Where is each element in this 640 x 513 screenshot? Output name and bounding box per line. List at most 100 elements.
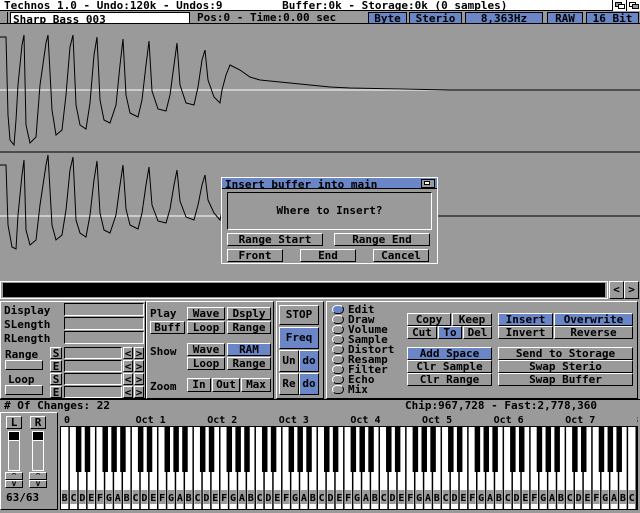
zoom-max-button[interactable]: Max bbox=[241, 378, 271, 392]
range-end-inc-icon[interactable]: > bbox=[134, 360, 144, 372]
scroll-right-icon[interactable]: > bbox=[624, 281, 639, 299]
key-label: D bbox=[452, 493, 458, 504]
show-ram-button[interactable]: RAM bbox=[227, 343, 271, 356]
display-field[interactable] bbox=[64, 303, 144, 316]
slength-field[interactable] bbox=[64, 317, 144, 330]
key-label: F bbox=[593, 493, 599, 504]
tool-radio-sample[interactable] bbox=[332, 335, 344, 344]
rlength-label: RLength bbox=[4, 332, 51, 345]
invert-button[interactable]: Invert bbox=[498, 326, 553, 339]
send-to-storage-button[interactable]: Send to Storage bbox=[498, 347, 633, 360]
show-wave-button[interactable]: Wave bbox=[187, 343, 225, 356]
play-buffer-button[interactable]: Buff bbox=[150, 321, 185, 334]
swap-stereo-button[interactable]: Swap Sterio bbox=[498, 360, 633, 373]
piano-keyboard[interactable]: 0Oct 1Oct 2Oct 3Oct 4Oct 5Oct 6Oct 78BCD… bbox=[60, 412, 640, 510]
volume-right-down-icon[interactable]: v bbox=[29, 480, 47, 488]
end-button[interactable]: End bbox=[300, 249, 356, 262]
clear-range-button[interactable]: Clr Range bbox=[407, 373, 492, 386]
range-start-field[interactable] bbox=[64, 347, 122, 359]
undo-button-do[interactable]: do bbox=[299, 350, 319, 372]
reverse-button[interactable]: Reverse bbox=[554, 326, 633, 339]
range-end-field[interactable] bbox=[64, 360, 122, 372]
format-toggle[interactable]: RAW bbox=[547, 12, 583, 24]
piano-keys[interactable]: 0Oct 1Oct 2Oct 3Oct 4Oct 5Oct 6Oct 78BCD… bbox=[60, 412, 640, 510]
scrollbar-track[interactable] bbox=[3, 283, 605, 297]
range-end-e-button[interactable]: E bbox=[50, 360, 62, 372]
key-label: C bbox=[133, 493, 139, 504]
play-wave-button[interactable]: Wave bbox=[187, 307, 225, 320]
tool-radio-resamp[interactable] bbox=[332, 355, 344, 364]
depth-back-icon[interactable] bbox=[612, 0, 626, 11]
dialog-depth-icon[interactable] bbox=[421, 179, 435, 188]
volume-left-down-icon[interactable]: v bbox=[5, 480, 23, 488]
range-start-s-button[interactable]: S bbox=[50, 347, 62, 359]
sample-name-field[interactable]: Sharp_Bass_003 bbox=[10, 12, 190, 24]
tool-radio-edit[interactable] bbox=[332, 305, 344, 314]
volume-left-up-icon[interactable]: ^ bbox=[5, 472, 23, 480]
octave-marker: Oct 5 bbox=[422, 415, 452, 426]
play-loop-button[interactable]: Loop bbox=[187, 321, 225, 334]
sample-rate[interactable]: 8,363Hz bbox=[465, 12, 543, 24]
add-space-button[interactable]: Add Space bbox=[407, 347, 492, 360]
tool-radio-mix[interactable] bbox=[332, 385, 344, 394]
redo-button-do[interactable]: do bbox=[299, 373, 319, 395]
clear-sample-button[interactable]: Clr Sample bbox=[407, 360, 492, 373]
undo-button-un[interactable]: Un bbox=[279, 350, 299, 372]
cut-button[interactable]: Cut bbox=[407, 326, 437, 339]
redo-button-re[interactable]: Re bbox=[279, 373, 299, 395]
key-label: D bbox=[265, 493, 271, 504]
scroll-left-icon[interactable]: < bbox=[609, 281, 624, 299]
loop-end-inc-icon[interactable]: > bbox=[134, 386, 144, 398]
bits-toggle[interactable]: 16 Bit bbox=[586, 12, 639, 24]
range-end-dec-icon[interactable]: < bbox=[123, 360, 133, 372]
byte-toggle[interactable]: Byte bbox=[368, 12, 407, 24]
show-range-button[interactable]: Range bbox=[227, 357, 271, 370]
range-start-inc-icon[interactable]: > bbox=[134, 347, 144, 359]
loop-start-inc-icon[interactable]: > bbox=[134, 373, 144, 385]
volume-right-up-icon[interactable]: ^ bbox=[29, 472, 47, 480]
loop-start-dec-icon[interactable]: < bbox=[123, 373, 133, 385]
to-button[interactable]: To bbox=[438, 326, 462, 339]
tool-radio-distort[interactable] bbox=[332, 345, 344, 354]
front-button[interactable]: Front bbox=[227, 249, 283, 262]
black-key bbox=[616, 427, 622, 472]
key-label: F bbox=[221, 493, 227, 504]
zoom-in-button[interactable]: In bbox=[187, 378, 211, 392]
play-display-button[interactable]: Dsply bbox=[227, 307, 271, 320]
loop-start-field[interactable] bbox=[64, 373, 122, 385]
play-range-button[interactable]: Range bbox=[227, 321, 271, 334]
loop-toggle-button[interactable] bbox=[5, 385, 43, 395]
loop-end-dec-icon[interactable]: < bbox=[123, 386, 133, 398]
overwrite-mode-button[interactable]: Overwrite bbox=[554, 313, 633, 326]
close-gadget-icon[interactable] bbox=[0, 12, 8, 24]
range-start-dec-icon[interactable]: < bbox=[123, 347, 133, 359]
keep-button[interactable]: Keep bbox=[452, 313, 492, 326]
cancel-button[interactable]: Cancel bbox=[373, 249, 429, 262]
black-key bbox=[518, 427, 525, 472]
key-label: G bbox=[230, 493, 236, 504]
tool-radio-filter[interactable] bbox=[332, 365, 344, 374]
show-loop-button[interactable]: Loop bbox=[187, 357, 225, 370]
range-end-button[interactable]: Range End bbox=[334, 233, 430, 246]
loop-end-e-button[interactable]: E bbox=[50, 386, 62, 398]
octave-marker: Oct 2 bbox=[207, 415, 237, 426]
stereo-toggle[interactable]: Sterio bbox=[409, 12, 462, 24]
volume-left-slider[interactable] bbox=[8, 431, 20, 471]
depth-front-icon[interactable] bbox=[626, 0, 640, 11]
range-toggle-button[interactable] bbox=[5, 360, 43, 370]
loop-start-s-button[interactable]: S bbox=[50, 373, 62, 385]
range-start-button[interactable]: Range Start bbox=[227, 233, 323, 246]
tool-radio-draw[interactable] bbox=[332, 315, 344, 324]
freq-button[interactable]: Freq bbox=[279, 327, 319, 349]
copy-button[interactable]: Copy bbox=[407, 313, 451, 326]
volume-right-slider[interactable] bbox=[32, 431, 44, 471]
swap-buffer-button[interactable]: Swap Buffer bbox=[498, 373, 633, 386]
del-button[interactable]: Del bbox=[463, 326, 492, 339]
loop-end-field[interactable] bbox=[64, 386, 122, 398]
rlength-field[interactable] bbox=[64, 331, 144, 344]
stop-button[interactable]: STOP bbox=[279, 305, 319, 325]
tool-radio-volume[interactable] bbox=[332, 325, 344, 334]
zoom-out-button[interactable]: Out bbox=[212, 378, 240, 392]
tool-radio-echo[interactable] bbox=[332, 375, 344, 384]
insert-mode-button[interactable]: Insert bbox=[498, 313, 553, 326]
